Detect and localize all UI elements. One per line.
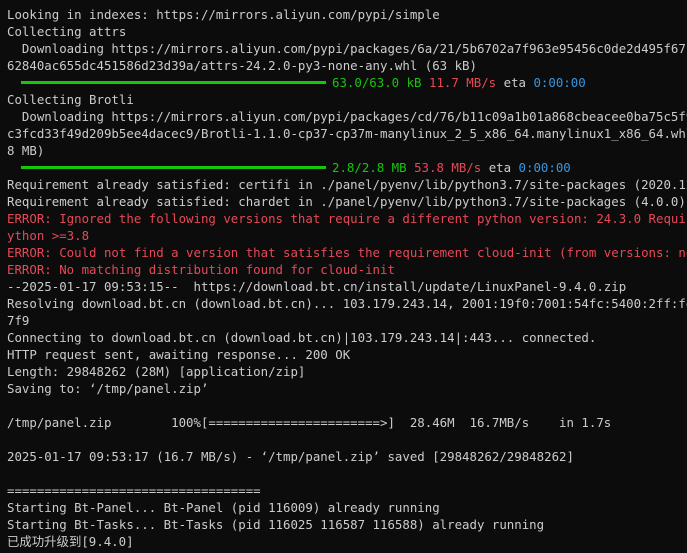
output-line: Looking in indexes: https://mirrors.aliy…	[7, 7, 440, 22]
progress-eta: 0:00:00	[533, 75, 586, 90]
error-line: ERROR: Could not find a version that sat…	[7, 245, 687, 260]
progress-eta-label: eta	[503, 75, 526, 90]
output-line: c3fcd33f49d209b5ee4dacec9/Brotli-1.1.0-c…	[7, 126, 687, 141]
error-line: ERROR: No matching distribution found fo…	[7, 262, 395, 277]
output-line: Collecting attrs	[7, 24, 127, 39]
output-line: Requirement already satisfied: chardet i…	[7, 194, 686, 209]
output-line: 8 MB)	[7, 143, 45, 158]
progress-eta: 0:00:00	[518, 160, 571, 175]
progress-bar	[21, 81, 326, 84]
output-line: --2025-01-17 09:53:15-- https://download…	[7, 279, 627, 294]
progress-line: 2.8/2.8 MB 53.8 MB/s eta 0:00:00	[7, 159, 687, 176]
error-line: ython >=3.8	[7, 228, 90, 243]
output-line: 7f9	[7, 313, 30, 328]
output-line: Connecting to download.bt.cn (download.b…	[7, 330, 597, 345]
output-line: Downloading https://mirrors.aliyun.com/p…	[7, 109, 687, 124]
output-line: Length: 29848262 (28M) [application/zip]	[7, 364, 306, 379]
output-line: 2025-01-17 09:53:17 (16.7 MB/s) - ‘/tmp/…	[7, 449, 574, 464]
output-line: 62840ac655dc451586d23d39a/attrs-24.2.0-p…	[7, 58, 477, 73]
progress-size: 63.0/63.0 kB	[332, 75, 422, 90]
progress-speed: 53.8 MB/s	[414, 160, 482, 175]
progress-size: 2.8/2.8 MB	[332, 160, 407, 175]
output-line: /tmp/panel.zip 100%[====================…	[7, 415, 612, 430]
output-line: Resolving download.bt.cn (download.bt.cn…	[7, 296, 687, 311]
progress-bar	[21, 166, 326, 169]
output-line: HTTP request sent, awaiting response... …	[7, 347, 351, 362]
output-line: Starting Bt-Tasks... Bt-Tasks (pid 11602…	[7, 517, 545, 532]
output-line: ==================================	[7, 483, 261, 498]
output-line: 已成功升级到[9.4.0]	[7, 534, 134, 549]
output-line: Downloading https://mirrors.aliyun.com/p…	[7, 41, 687, 56]
output-line: Requirement already satisfied: certifi i…	[7, 177, 687, 192]
output-line: Saving to: ‘/tmp/panel.zip’	[7, 381, 209, 396]
output-line: Starting Bt-Panel... Bt-Panel (pid 11600…	[7, 500, 440, 515]
progress-line: 63.0/63.0 kB 11.7 MB/s eta 0:00:00	[7, 74, 687, 91]
progress-speed: 11.7 MB/s	[429, 75, 497, 90]
output-line: Collecting Brotli	[7, 92, 134, 107]
progress-eta-label: eta	[488, 160, 512, 175]
terminal-window[interactable]: Looking in indexes: https://mirrors.aliy…	[0, 0, 687, 553]
error-line: ERROR: Ignored the following versions th…	[7, 211, 687, 226]
